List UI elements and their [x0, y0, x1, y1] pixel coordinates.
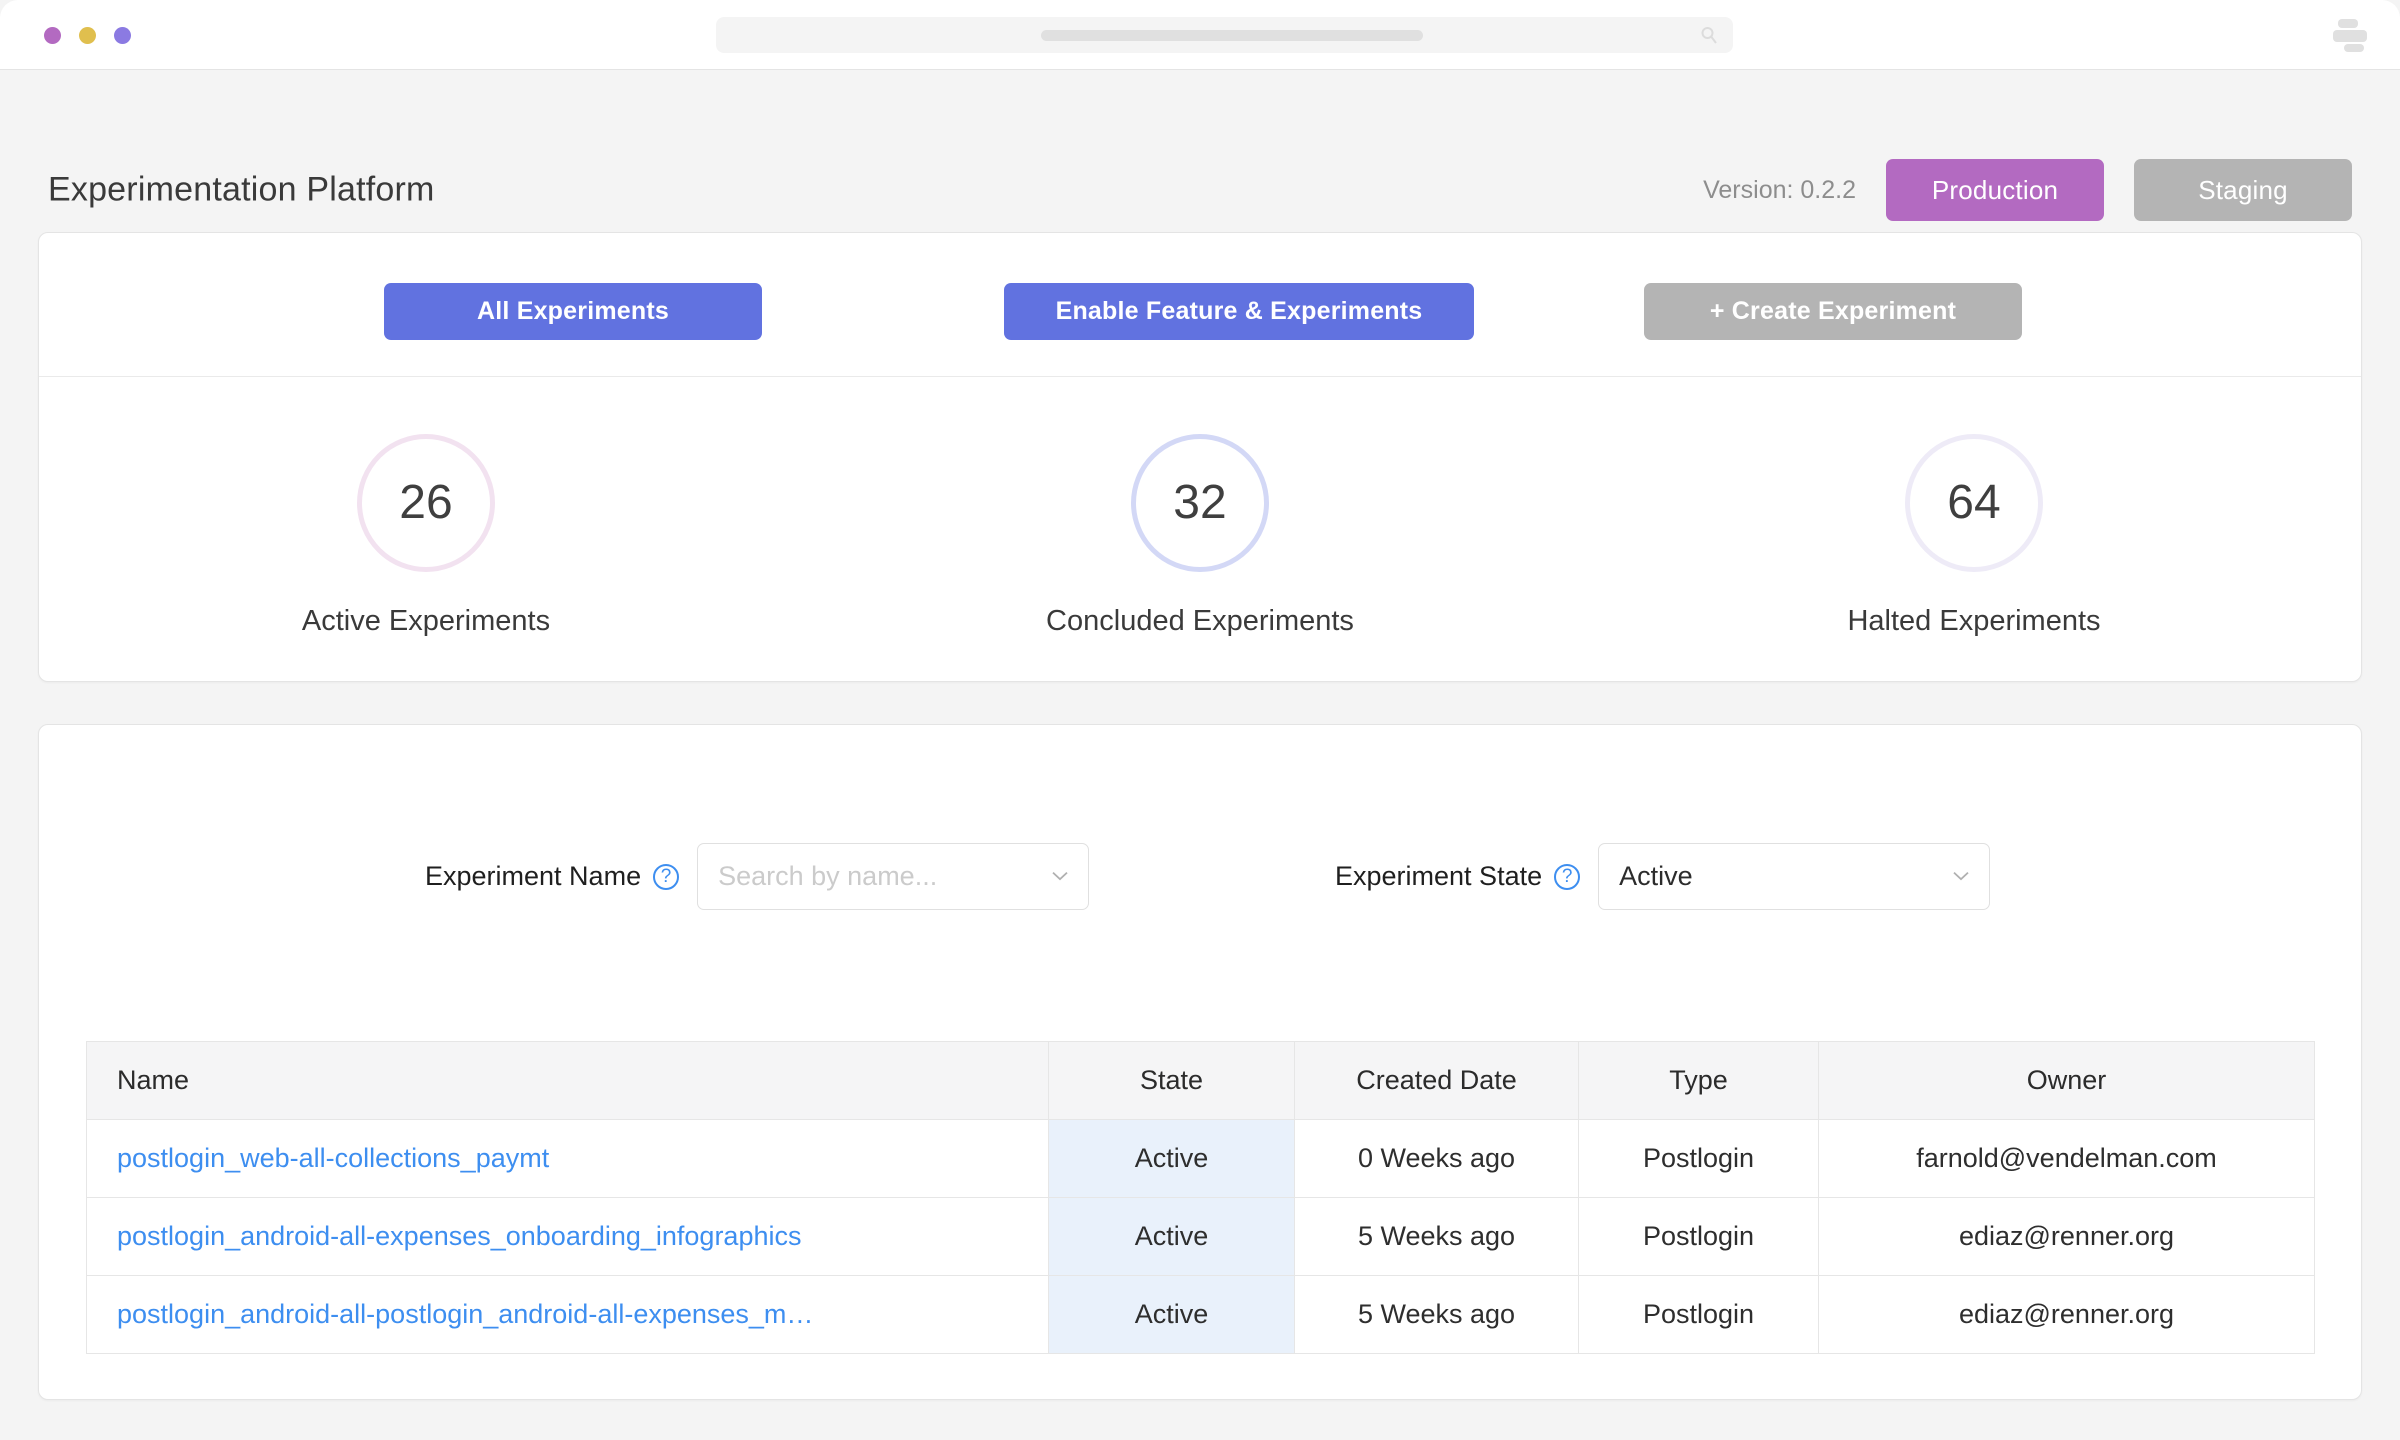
browser-chrome-bar [0, 0, 2400, 70]
table-head: Name State Created Date Type Owner [86, 1041, 2315, 1120]
app-header: Experimentation Platform Version: 0.2.2 … [0, 70, 2400, 232]
stat-halted-experiments[interactable]: 64 Halted Experiments [1587, 377, 2361, 682]
experiment-link[interactable]: postlogin_web-all-collections_paymt [117, 1143, 549, 1173]
cell-created-date: 0 Weeks ago [1294, 1119, 1579, 1198]
cell-created-date: 5 Weeks ago [1294, 1197, 1579, 1276]
experiments-card: Experiment Name ? Search by name... Expe… [38, 724, 2362, 1400]
app-page: Experimentation Platform Version: 0.2.2 … [0, 70, 2400, 1440]
experiment-name-label: Experiment Name [425, 861, 642, 891]
chevron-down-icon[interactable] [1953, 871, 1969, 880]
experiment-state-filter: Experiment State ? Active [1335, 843, 1991, 910]
experiment-link[interactable]: postlogin_android-all-expenses_onboardin… [117, 1221, 801, 1251]
cell-state: Active [1048, 1275, 1295, 1354]
stat-active-experiments[interactable]: 26 Active Experiments [39, 377, 813, 682]
page-title: Experimentation Platform [48, 170, 435, 209]
address-bar-placeholder-bar [1041, 30, 1423, 41]
cell-created-date: 5 Weeks ago [1294, 1275, 1579, 1354]
cell-type: Postlogin [1578, 1197, 1819, 1276]
help-icon[interactable]: ? [1554, 863, 1581, 890]
stat-label: Concluded Experiments [1046, 604, 1354, 637]
chevron-down-icon[interactable] [1052, 871, 1068, 880]
experiment-name-filter: Experiment Name ? Search by name... [425, 843, 1090, 910]
actions-toolbar: All Experiments Enable Feature & Experim… [39, 233, 2361, 377]
column-header-owner[interactable]: Owner [1818, 1041, 2315, 1120]
filters-row: Experiment Name ? Search by name... Expe… [39, 725, 2361, 955]
table-row: postlogin_web-all-collections_paymt Acti… [86, 1119, 2315, 1198]
cell-owner: farnold@vendelman.com [1818, 1119, 2315, 1198]
window-dot-violet-icon[interactable] [114, 27, 131, 44]
cell-state: Active [1048, 1197, 1295, 1276]
table-body: postlogin_web-all-collections_paymt Acti… [86, 1119, 2315, 1354]
env-button-production[interactable]: Production [1886, 159, 2104, 221]
experiment-state-select[interactable]: Active [1598, 843, 1991, 910]
browser-address-bar[interactable] [716, 17, 1733, 53]
column-header-type[interactable]: Type [1578, 1041, 1819, 1120]
experiments-table: Name State Created Date Type Owner postl… [86, 1041, 2315, 1354]
cell-type: Postlogin [1578, 1275, 1819, 1354]
column-header-created-date[interactable]: Created Date [1294, 1041, 1579, 1120]
window-dot-purple-icon[interactable] [44, 27, 61, 44]
stat-value-circle: 26 [357, 433, 495, 572]
stat-value-circle: 32 [1131, 433, 1269, 572]
version-label: Version: 0.2.2 [1703, 175, 1856, 204]
table-row: postlogin_android-all-postlogin_android-… [86, 1275, 2315, 1354]
stat-value-circle: 64 [1905, 433, 2043, 572]
experiment-name-placeholder: Search by name... [718, 861, 938, 891]
env-button-staging[interactable]: Staging [2134, 159, 2352, 221]
experiment-state-label: Experiment State [1335, 861, 1543, 891]
header-right-group: Version: 0.2.2 Production Staging [1703, 159, 2352, 221]
search-icon[interactable] [1699, 25, 1719, 45]
window-dot-yellow-icon[interactable] [79, 27, 96, 44]
stat-label: Halted Experiments [1847, 604, 2101, 637]
create-experiment-button[interactable]: + Create Experiment [1644, 283, 2022, 340]
window-controls [44, 27, 131, 44]
column-header-state[interactable]: State [1048, 1041, 1295, 1120]
experiment-link[interactable]: postlogin_android-all-postlogin_android-… [117, 1299, 813, 1329]
cell-type: Postlogin [1578, 1119, 1819, 1198]
stat-concluded-experiments[interactable]: 32 Concluded Experiments [813, 377, 1587, 682]
cell-name: postlogin_android-all-expenses_onboardin… [86, 1197, 1049, 1276]
experiment-state-value: Active [1619, 861, 1693, 891]
cell-state: Active [1048, 1119, 1295, 1198]
cell-name: postlogin_android-all-postlogin_android-… [86, 1275, 1049, 1354]
menu-icon[interactable] [2330, 14, 2370, 54]
column-header-name[interactable]: Name [86, 1041, 1049, 1120]
table-row: postlogin_android-all-expenses_onboardin… [86, 1197, 2315, 1276]
cell-name: postlogin_web-all-collections_paymt [86, 1119, 1049, 1198]
help-icon[interactable]: ? [653, 863, 680, 890]
enable-feature-experiments-button[interactable]: Enable Feature & Experiments [1004, 283, 1474, 340]
overview-card: All Experiments Enable Feature & Experim… [38, 232, 2362, 682]
experiment-name-input[interactable]: Search by name... [697, 843, 1090, 910]
all-experiments-button[interactable]: All Experiments [384, 283, 762, 340]
experiments-table-wrapper: Name State Created Date Type Owner postl… [86, 1041, 2315, 1354]
cell-owner: ediaz@renner.org [1818, 1197, 2315, 1276]
table-header-row: Name State Created Date Type Owner [86, 1041, 2315, 1120]
stat-label: Active Experiments [301, 604, 551, 637]
cell-owner: ediaz@renner.org [1818, 1275, 2315, 1354]
stats-row: 26 Active Experiments 32 Concluded Exper… [39, 377, 2361, 682]
